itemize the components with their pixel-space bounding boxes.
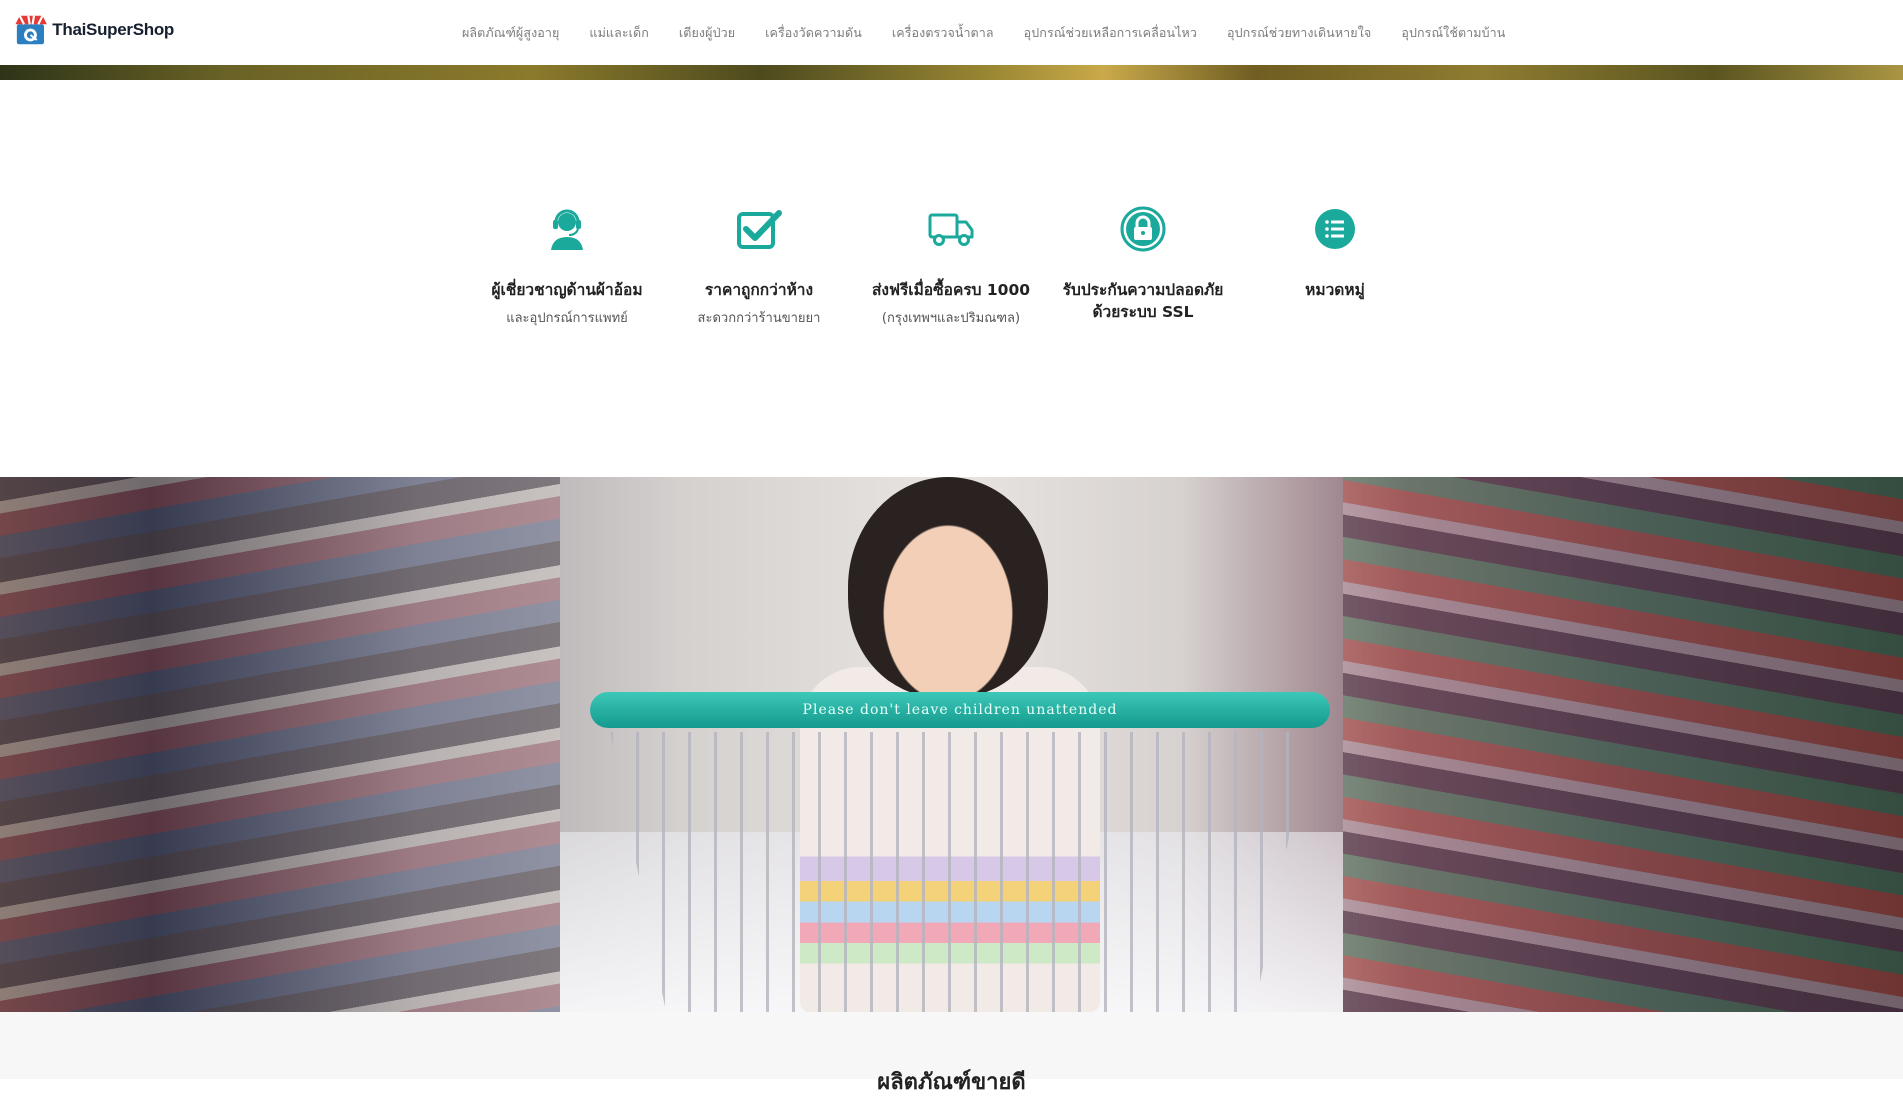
main-nav: ผลิตภัณฑ์ผู้สูงอายุ แม่และเด็ก เตียงผู้ป… (462, 0, 1505, 65)
banner-cart-basket (610, 732, 1310, 1012)
feature-ssl: รับประกันความปลอดภัยด้วยระบบ SSL (1053, 205, 1233, 332)
feature-title: ราคาถูกกว่าห้าง (704, 281, 814, 299)
banner-shelf-right (1343, 477, 1903, 1012)
feature-subtitle: สะดวกกว่าร้านขายยา (697, 311, 821, 326)
logo-text: ThaiSuperShop (52, 20, 174, 39)
nav-mother-baby[interactable]: แม่และเด็ก (589, 23, 649, 43)
nav-respiratory-aids[interactable]: อุปกรณ์ช่วยทางเดินหายใจ (1227, 23, 1371, 43)
site-header: ThaiSuperShop ผลิตภัณฑ์ผู้สูงอายุ แม่และ… (0, 0, 1903, 65)
bestseller-section: ผลิตภัณฑ์ขายดี (0, 1012, 1903, 1095)
truck-icon (927, 205, 975, 253)
support-agent-icon (543, 205, 591, 253)
feature-title: ส่งฟรีเมื่อซื้อครบ 1000 (871, 281, 1031, 299)
lock-icon (1119, 205, 1167, 253)
feature-title: ผู้เชี่ยวชาญด้านผ้าอ้อม (491, 281, 643, 299)
feature-price: ราคาถูกกว่าห้าง สะดวกกว่าร้านขายยา (669, 205, 849, 328)
nav-elderly-products[interactable]: ผลิตภัณฑ์ผู้สูงอายุ (462, 23, 559, 43)
nav-home-equipment[interactable]: อุปกรณ์ใช้ตามบ้าน (1401, 23, 1505, 43)
features-section: ผู้เชี่ยวชาญด้านผ้าอ้อม และอุปกรณ์การแพท… (0, 80, 1903, 477)
section-heading: ผลิตภัณฑ์ขายดี (877, 1070, 1026, 1095)
feature-subtitle: และอุปกรณ์การแพทย์ (506, 311, 628, 326)
feature-subtitle: (กรุงเทพฯและปริมณฑล) (881, 311, 1021, 326)
hero-image-strip (0, 65, 1903, 80)
cart-handle-text: Please don't leave children unattended (802, 702, 1118, 718)
banner-cart-handle: Please don't leave children unattended (590, 692, 1330, 728)
feature-title[interactable]: หมวดหมู่ (1245, 279, 1425, 301)
banner-child-head (848, 477, 1048, 697)
feature-title: รับประกันความปลอดภัยด้วยระบบ SSL (1062, 281, 1224, 321)
hero-banner-image: Please don't leave children unattended (0, 477, 1903, 1012)
shop-logo-icon (15, 15, 47, 45)
feature-shipping: ส่งฟรีเมื่อซื้อครบ 1000 (กรุงเทพฯและปริม… (861, 205, 1041, 328)
feature-categories[interactable]: หมวดหมู่ (1245, 205, 1425, 310)
feature-expert: ผู้เชี่ยวชาญด้านผ้าอ้อม และอุปกรณ์การแพท… (477, 205, 657, 328)
list-icon[interactable] (1311, 205, 1359, 253)
site-logo[interactable]: ThaiSuperShop (14, 7, 174, 53)
banner-shelf-left (0, 477, 560, 1012)
nav-mobility-aids[interactable]: อุปกรณ์ช่วยเหลือการเคลื่อนไหว (1024, 23, 1197, 43)
checkbox-icon (735, 205, 783, 253)
nav-blood-pressure[interactable]: เครื่องวัดความดัน (765, 23, 862, 43)
nav-glucose-meter[interactable]: เครื่องตรวจน้ำตาล (892, 23, 994, 43)
nav-patient-beds[interactable]: เตียงผู้ป่วย (679, 23, 735, 43)
